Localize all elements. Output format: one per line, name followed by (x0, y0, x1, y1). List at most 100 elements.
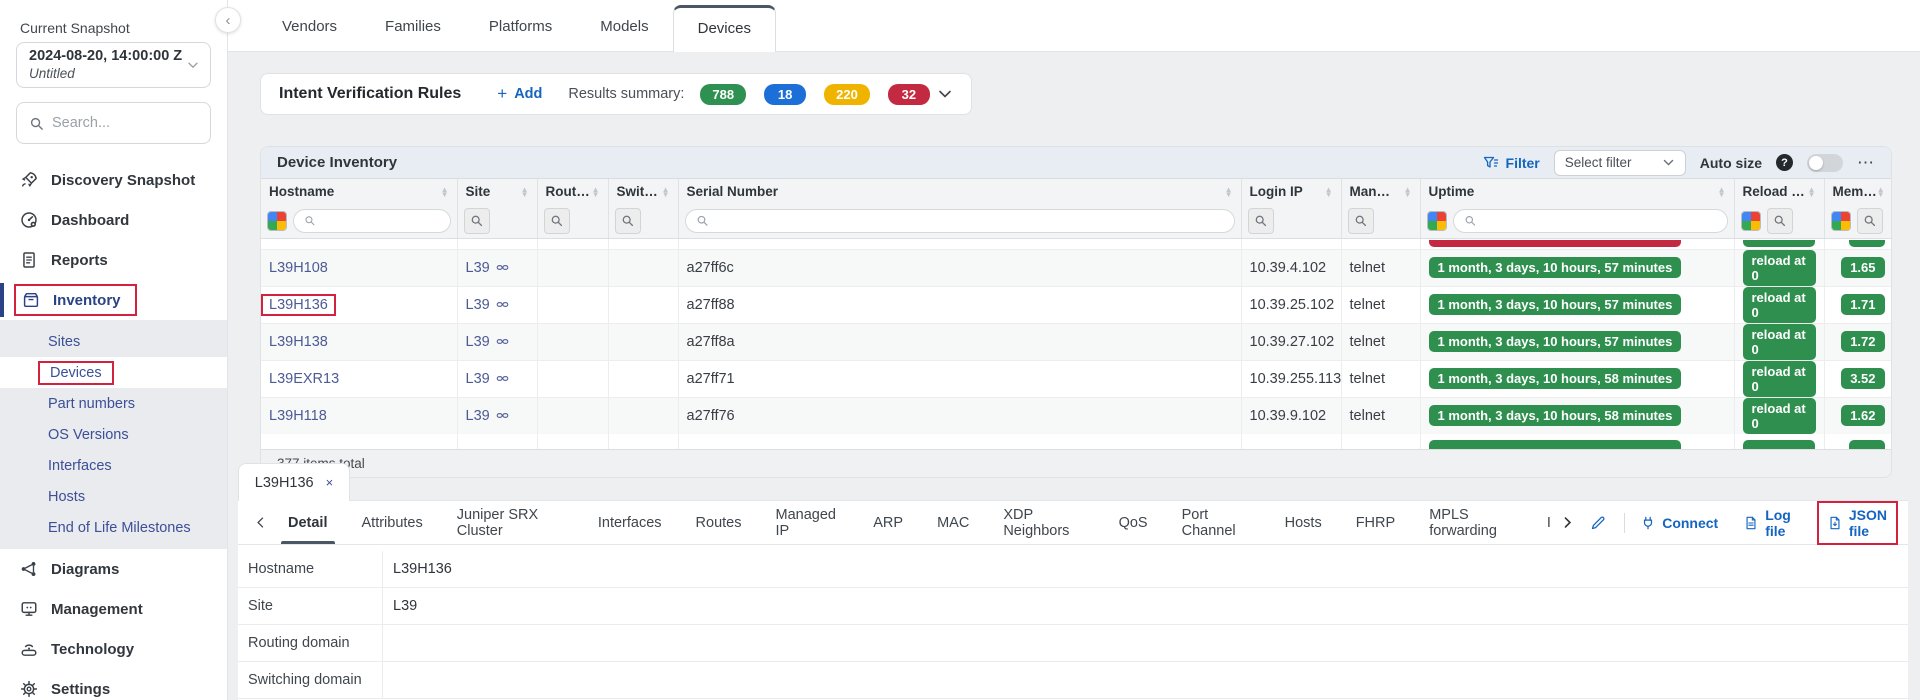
management-search-button[interactable] (1348, 208, 1374, 234)
mem-badge[interactable]: 1.72 (1841, 331, 1884, 352)
sidebar-item-technology[interactable]: Technology (0, 629, 227, 669)
more-menu-icon[interactable]: ⋯ (1857, 153, 1875, 173)
site-link[interactable]: L39 (466, 371, 490, 387)
switching-search-button[interactable] (615, 208, 641, 234)
reload-badge[interactable]: reload at 0 (1743, 250, 1816, 286)
tab-routes[interactable]: Routes (679, 501, 759, 544)
sidebar-item-interfaces[interactable]: Interfaces (0, 450, 227, 481)
uptime-badge[interactable]: 1 month, 3 days, 10 hours, 57 minutes (1429, 294, 1682, 315)
uptime-search-input[interactable] (1482, 213, 1717, 228)
hostname-link[interactable]: L39EXR13 (269, 371, 339, 387)
site-link[interactable]: L39 (466, 260, 490, 276)
tab-models[interactable]: Models (576, 18, 672, 51)
sidebar-item-inventory[interactable]: Inventory (0, 280, 227, 320)
column-uptime[interactable]: Uptime▲▼ (1420, 179, 1734, 204)
tab-interfaces[interactable]: Interfaces (581, 501, 679, 544)
chevron-left-icon[interactable] (250, 516, 271, 529)
tab-xdp-neighbors[interactable]: XDP Neighbors (986, 501, 1101, 544)
sidebar-item-discovery-snapshot[interactable]: Discovery Snapshot (0, 160, 227, 200)
close-icon[interactable]: × (326, 475, 334, 490)
tab-platforms[interactable]: Platforms (465, 18, 576, 51)
tab-families[interactable]: Families (361, 18, 465, 51)
tab-managed-ip[interactable]: Managed IP (758, 501, 856, 544)
site-link[interactable]: L39 (466, 297, 490, 313)
tab-juniper-srx-cluster[interactable]: Juniper SRX Cluster (440, 501, 581, 544)
hostname-link[interactable]: L39H136 (269, 297, 328, 313)
hostname-link[interactable]: L39H138 (269, 334, 328, 350)
column-switching[interactable]: Swit…▲▼ (608, 179, 678, 204)
mem-badge[interactable]: 1.71 (1841, 294, 1884, 315)
chevron-right-icon[interactable] (1557, 516, 1578, 529)
serial-search-input[interactable] (714, 213, 1223, 228)
tab-truncated[interactable]: I (1537, 501, 1558, 544)
table-row-selected[interactable]: L39H136 L39 a27ff88 10.39.25.102 telnet … (261, 286, 1892, 323)
login-ip-search-button[interactable] (1248, 208, 1274, 234)
tab-port-channel[interactable]: Port Channel (1165, 501, 1268, 544)
tab-vendors[interactable]: Vendors (258, 18, 361, 51)
filter-button[interactable]: Filter (1483, 155, 1540, 171)
uptime-badge[interactable]: 1 month, 3 days, 10 hours, 58 minutes (1429, 368, 1682, 389)
mem-search-button[interactable] (1857, 208, 1883, 234)
sidebar-item-devices[interactable]: Devices (0, 357, 227, 388)
hostname-link[interactable]: L39H108 (269, 260, 328, 276)
reload-search-button[interactable] (1767, 208, 1793, 234)
tab-mac[interactable]: MAC (920, 501, 986, 544)
column-hostname[interactable]: Hostname▲▼ (261, 179, 457, 204)
color-filter-icon[interactable] (1427, 211, 1447, 231)
expand-chevron-icon[interactable] (937, 86, 953, 102)
green-count-badge[interactable]: 788 (700, 84, 746, 105)
reload-badge[interactable]: reload at 0 (1743, 398, 1816, 434)
mem-badge[interactable]: 1.65 (1841, 257, 1884, 278)
connect-button[interactable]: Connect (1641, 515, 1718, 531)
tab-qos[interactable]: QoS (1102, 501, 1165, 544)
site-search-button[interactable] (464, 208, 490, 234)
uptime-badge[interactable]: 1 month, 3 days, 10 hours, 57 minutes (1429, 257, 1682, 278)
sidebar-item-part-numbers[interactable]: Part numbers (0, 388, 227, 419)
sidebar-item-os-versions[interactable]: OS Versions (0, 419, 227, 450)
site-link[interactable]: L39 (466, 334, 490, 350)
tab-arp[interactable]: ARP (856, 501, 920, 544)
reload-badge[interactable]: reload at 0 (1743, 324, 1816, 360)
snapshot-selector[interactable]: 2024-08-20, 14:00:00 Z Untitled (16, 42, 211, 88)
device-detail-tab[interactable]: L39H136 × (238, 463, 350, 501)
column-routing[interactable]: Rout…▲▼ (537, 179, 608, 204)
site-link[interactable]: L39 (466, 408, 490, 424)
mem-badge[interactable]: 3.52 (1841, 368, 1884, 389)
tab-mpls-forwarding[interactable]: MPLS forwarding (1412, 501, 1537, 544)
add-button[interactable]: + Add (497, 84, 542, 104)
tab-hosts[interactable]: Hosts (1268, 501, 1339, 544)
color-filter-icon[interactable] (1741, 211, 1761, 231)
reload-badge[interactable]: reload at 0 (1743, 361, 1816, 397)
table-row[interactable]: L39H118 L39 a27ff76 10.39.9.102 telnet 1… (261, 397, 1892, 434)
column-management[interactable]: Man…▲▼ (1341, 179, 1420, 204)
tab-devices[interactable]: Devices (673, 5, 776, 52)
sidebar-collapse-button[interactable]: ‹ (215, 7, 241, 33)
sidebar-item-management[interactable]: Management (0, 589, 227, 629)
color-filter-icon[interactable] (1831, 211, 1851, 231)
yellow-count-badge[interactable]: 220 (824, 84, 870, 105)
sidebar-item-reports[interactable]: Reports (0, 240, 227, 280)
sidebar-item-sites[interactable]: Sites (0, 326, 227, 357)
log-file-button[interactable]: Log file (1744, 507, 1791, 539)
sidebar-item-settings[interactable]: Settings (0, 669, 227, 700)
select-filter-dropdown[interactable]: Select filter (1554, 150, 1686, 176)
column-reload[interactable]: Reload …▲▼ (1734, 179, 1824, 204)
table-row[interactable]: L39H138 L39 a27ff8a 10.39.27.102 telnet … (261, 323, 1892, 360)
red-count-badge[interactable]: 32 (888, 84, 930, 105)
json-file-button[interactable]: JSON file (1817, 501, 1898, 545)
hostname-link[interactable]: L39H118 (269, 408, 327, 424)
column-login-ip[interactable]: Login IP▲▼ (1241, 179, 1341, 204)
sidebar-item-dashboard[interactable]: Dashboard (0, 200, 227, 240)
tab-detail[interactable]: Detail (271, 501, 345, 544)
sidebar-item-diagrams[interactable]: Diagrams (0, 549, 227, 589)
auto-size-toggle[interactable] (1807, 154, 1843, 172)
help-icon[interactable]: ? (1776, 154, 1793, 171)
column-mem[interactable]: Mem…▲▼ (1824, 179, 1892, 204)
sidebar-item-end-of-life[interactable]: End of Life Milestones (0, 512, 227, 543)
routing-search-button[interactable] (544, 208, 570, 234)
mem-badge[interactable]: 1.62 (1841, 405, 1884, 426)
sidebar-item-hosts[interactable]: Hosts (0, 481, 227, 512)
hostname-search-input[interactable] (321, 213, 439, 228)
color-filter-icon[interactable] (267, 211, 287, 231)
tab-fhrp[interactable]: FHRP (1339, 501, 1412, 544)
